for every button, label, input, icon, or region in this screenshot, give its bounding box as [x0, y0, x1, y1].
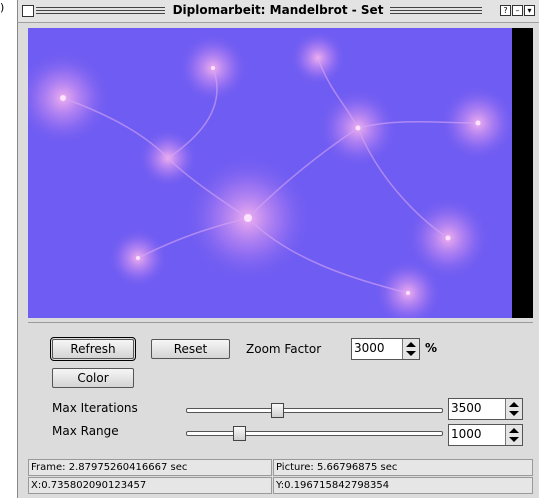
x-coordinate: X:0.735802090123457 [28, 477, 272, 494]
mandelbrot-window: Diplomarbeit: Mandelbrot - Set ? – ▾ Ref… [17, 0, 539, 498]
status-bar: Frame: 2.87975260416667 sec Picture: 5.6… [28, 459, 533, 495]
background-window-edge: ) [0, 1, 5, 14]
max-range-spin-arrows[interactable] [505, 425, 522, 445]
refresh-button[interactable]: Refresh [50, 337, 136, 361]
max-range-label: Max Range [52, 424, 119, 438]
title-bar[interactable]: Diplomarbeit: Mandelbrot - Set ? – ▾ [18, 0, 539, 23]
help-icon[interactable]: ? [500, 5, 511, 16]
window-menu-icon[interactable] [22, 5, 34, 17]
minimize-icon[interactable]: – [512, 5, 523, 16]
canvas-black-margin [512, 28, 533, 318]
color-button[interactable]: Color [52, 368, 134, 388]
max-iterations-spin-arrows[interactable] [505, 399, 522, 419]
zoom-factor-value[interactable]: 3000 [354, 341, 385, 355]
window-title: Diplomarbeit: Mandelbrot - Set [172, 3, 384, 17]
reset-button[interactable]: Reset [151, 339, 230, 359]
control-panel: Refresh Reset Zoom Factor 3000 % Color M… [28, 322, 533, 457]
title-stripes-left [36, 7, 165, 16]
max-iterations-slider-handle[interactable] [271, 403, 284, 418]
fractal-canvas[interactable] [28, 28, 512, 318]
max-iterations-slider[interactable] [186, 408, 443, 413]
max-iterations-spinbox[interactable]: 3500 [448, 398, 523, 420]
max-range-slider-handle[interactable] [233, 426, 246, 441]
zoom-spin-arrows[interactable] [402, 339, 419, 359]
max-range-value[interactable]: 1000 [451, 427, 482, 441]
max-iterations-value[interactable]: 3500 [451, 401, 482, 415]
picture-time: Picture: 5.66796875 sec [273, 459, 533, 476]
title-stripes-right [390, 7, 482, 16]
zoom-unit-label: % [425, 341, 438, 355]
y-coordinate: Y:0.196715842798354 [273, 477, 533, 494]
frame-time: Frame: 2.87975260416667 sec [28, 459, 272, 476]
max-range-spinbox[interactable]: 1000 [448, 424, 523, 446]
max-iterations-label: Max Iterations [52, 401, 138, 415]
zoom-factor-label: Zoom Factor [246, 342, 322, 356]
zoom-factor-spinbox[interactable]: 3000 [351, 338, 420, 360]
fractal-image [28, 28, 512, 318]
max-range-slider[interactable] [186, 431, 443, 436]
maximize-icon[interactable]: ▾ [524, 5, 535, 16]
